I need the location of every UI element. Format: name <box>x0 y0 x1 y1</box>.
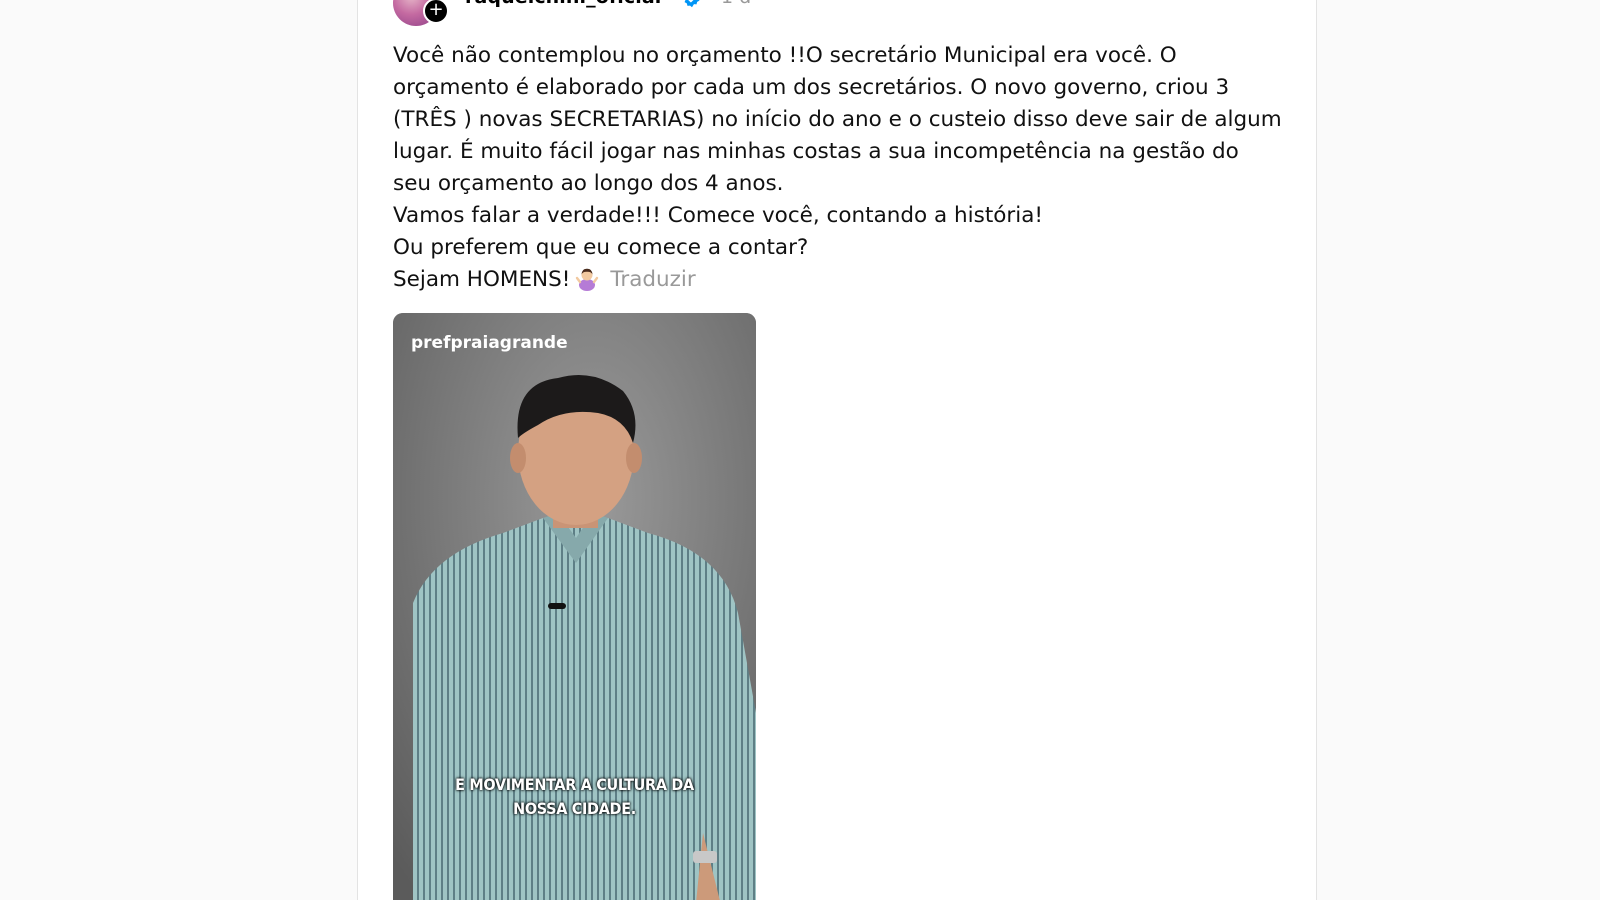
caption-line-last: Sejam HOMENS! Traduzir <box>393 264 1283 296</box>
post-card: + raquelchini_oficial 1 d ··· Você não c… <box>357 0 1317 900</box>
caption-line: Você não contemplou no orçamento !!O sec… <box>393 43 1282 196</box>
post-caption: Você não contemplou no orçamento !!O sec… <box>393 40 1283 296</box>
woman-shrugging-icon <box>576 268 599 291</box>
username-link[interactable]: raquelchini_oficial <box>465 0 661 8</box>
follow-plus-icon[interactable]: + <box>423 0 449 24</box>
post-header: + raquelchini_oficial 1 d ··· <box>393 0 1283 30</box>
caption-line: Ou preferem que eu comece a contar? <box>393 235 809 260</box>
caption-line: Sejam HOMENS! <box>393 267 571 292</box>
avatar[interactable]: + <box>393 0 449 26</box>
verified-badge-icon <box>684 0 700 8</box>
page: + raquelchini_oficial 1 d ··· Você não c… <box>0 0 1600 900</box>
video-source-handle: prefpraiagrande <box>411 333 568 353</box>
post-time[interactable]: 1 d <box>721 0 751 8</box>
post-video[interactable]: prefpraiagrande E MOVIMENTAR A CULTURA D… <box>393 313 756 900</box>
subtitle-line: E MOVIMENTAR A CULTURA DA <box>455 775 694 794</box>
more-options-button[interactable]: ··· <box>1259 0 1283 3</box>
translate-link[interactable]: Traduzir <box>610 267 695 292</box>
caption-line: Vamos falar a verdade!!! Comece você, co… <box>393 203 1044 228</box>
subtitle-line: NOSSA CIDADE. <box>513 799 636 818</box>
video-subtitle: E MOVIMENTAR A CULTURA DA NOSSA CIDADE. <box>393 773 756 821</box>
